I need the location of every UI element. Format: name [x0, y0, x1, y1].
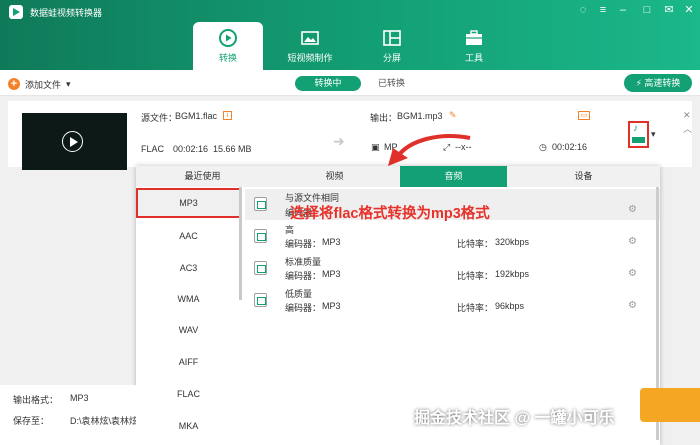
format-item-aac[interactable]: AAC	[136, 221, 241, 251]
lightning-icon: ⚡	[635, 78, 642, 88]
add-file-button[interactable]: + 添加文件 ▾	[8, 77, 71, 91]
close-icon[interactable]: ✕	[682, 3, 696, 17]
nav-tab-label: 转换	[218, 53, 237, 63]
fast-convert-button[interactable]: ⚡ 高速转换	[624, 74, 692, 92]
nav-tab-label: 分屏	[382, 53, 401, 63]
format-item-wma[interactable]: WMA	[136, 284, 241, 314]
audio-file-icon	[254, 261, 267, 275]
settings-gear-icon[interactable]: ⚙	[628, 268, 637, 279]
convert-icon	[219, 29, 237, 47]
output-format-label: 输出格式：	[13, 395, 59, 405]
arrow-right-icon: ➜	[333, 133, 345, 149]
source-filename: BGM1.flac	[175, 111, 218, 121]
fast-convert-label: 高速转换	[644, 78, 681, 88]
output-duration: 00:02:16	[552, 142, 588, 152]
title-bar	[0, 0, 700, 70]
audio-file-icon	[254, 229, 267, 243]
bitrate-label: 比特率：	[457, 271, 494, 281]
app-logo-icon	[9, 5, 23, 19]
collapse-icon[interactable]: ︿	[683, 122, 692, 135]
save-to-path[interactable]: D:\袁林炫\袁林炫	[70, 414, 136, 427]
source-label: 源文件：	[141, 113, 178, 123]
format-item-ac3[interactable]: AC3	[136, 253, 241, 283]
output-format-selector[interactable]	[628, 121, 649, 148]
minimize-icon[interactable]: –	[616, 3, 630, 17]
image-icon	[301, 31, 319, 45]
encoder-label: 编码器：	[285, 239, 322, 249]
tab-recent[interactable]: 最近使用	[136, 166, 269, 187]
chevron-down-icon[interactable]: ▾	[651, 129, 656, 140]
edit-icon[interactable]: ✎	[449, 110, 457, 121]
info-icon[interactable]: i	[223, 111, 232, 120]
encoder-value: MP3	[322, 301, 341, 311]
convert-all-button[interactable]	[640, 388, 700, 422]
source-size: 15.66 MB	[213, 144, 252, 154]
add-file-label: 添加文件	[25, 79, 62, 90]
bitrate-value: 320kbps	[495, 237, 530, 247]
nav-tab-label: 工具	[464, 53, 483, 63]
plus-icon: +	[8, 78, 20, 90]
encoder-label: 编码器：	[285, 271, 322, 281]
mp4-tag-icon: ▭	[578, 111, 590, 120]
quality-name: 高	[285, 225, 295, 235]
tab-video[interactable]: 视频	[269, 166, 400, 187]
format-item-flac[interactable]: FLAC	[136, 379, 241, 409]
save-to-label: 保存至：	[13, 416, 50, 426]
watermark: 掘金技术社区 @ 一罐小可乐	[414, 410, 615, 427]
settings-gear-icon[interactable]: ⚙	[628, 204, 637, 215]
chevron-down-icon: ▾	[66, 78, 71, 89]
nav-tab-split-screen[interactable]: 分屏	[357, 22, 427, 70]
bitrate-value: 96kbps	[495, 301, 525, 311]
output-format-value[interactable]: MP3	[70, 393, 89, 403]
bitrate-label: 比特率：	[457, 239, 494, 249]
format-item-aiff[interactable]: AIFF	[136, 347, 241, 377]
output-filename: BGM1.mp3	[397, 111, 443, 121]
annotation-arrow-icon	[388, 134, 471, 166]
quality-name: 标准质量	[285, 257, 322, 267]
tab-converting[interactable]: 转换中	[295, 76, 361, 91]
output-label: 输出：	[370, 113, 398, 123]
format-list-scrollbar[interactable]	[239, 187, 242, 300]
menu-icon[interactable]: ≡	[596, 3, 610, 17]
format-item-mka[interactable]: MKA	[136, 411, 241, 441]
status-toggle: 转换中 已转换	[295, 76, 422, 91]
screen-icon: ▣	[371, 142, 380, 152]
audio-file-icon	[254, 293, 267, 307]
nav-tab-tools[interactable]: 工具	[439, 22, 509, 70]
encoder-value: MP3	[322, 269, 341, 279]
toolbox-icon	[466, 30, 482, 45]
settings-gear-icon[interactable]: ⚙	[628, 236, 637, 247]
bitrate-value: 192kbps	[495, 269, 530, 279]
bitrate-label: 比特率：	[457, 303, 494, 313]
close-icon[interactable]: ✕	[683, 110, 691, 121]
tab-audio[interactable]: 音频	[400, 166, 507, 187]
annotation-text: 选择将flac格式转换为mp3格式	[290, 206, 490, 222]
tab-converted[interactable]: 已转换	[361, 76, 422, 91]
encoder-label: 编码器：	[285, 303, 322, 313]
feedback-icon[interactable]: ✉	[662, 3, 676, 17]
nav-tab-short-video[interactable]: 短视频制作	[275, 22, 345, 70]
account-icon[interactable]: ◌	[576, 3, 590, 17]
clock-icon: ◷	[539, 142, 547, 152]
tab-device[interactable]: 设备	[507, 166, 660, 187]
format-item-wav[interactable]: WAV	[136, 315, 241, 345]
app-title: 数据蛙视频转换器	[30, 8, 103, 18]
play-icon[interactable]	[62, 131, 83, 152]
split-screen-icon	[383, 30, 401, 46]
nav-tab-label: 短视频制作	[287, 53, 333, 63]
settings-gear-icon[interactable]: ⚙	[628, 300, 637, 311]
source-duration: 00:02:16	[173, 144, 209, 154]
nav-tab-convert[interactable]: 转换	[193, 22, 263, 70]
restore-icon[interactable]: □	[640, 3, 654, 17]
quality-name: 低质量	[285, 289, 313, 299]
source-format: FLAC	[141, 144, 165, 154]
format-item-mp3[interactable]: MP3	[136, 188, 241, 218]
audio-file-icon	[254, 197, 267, 211]
encoder-value: MP3	[322, 237, 341, 247]
